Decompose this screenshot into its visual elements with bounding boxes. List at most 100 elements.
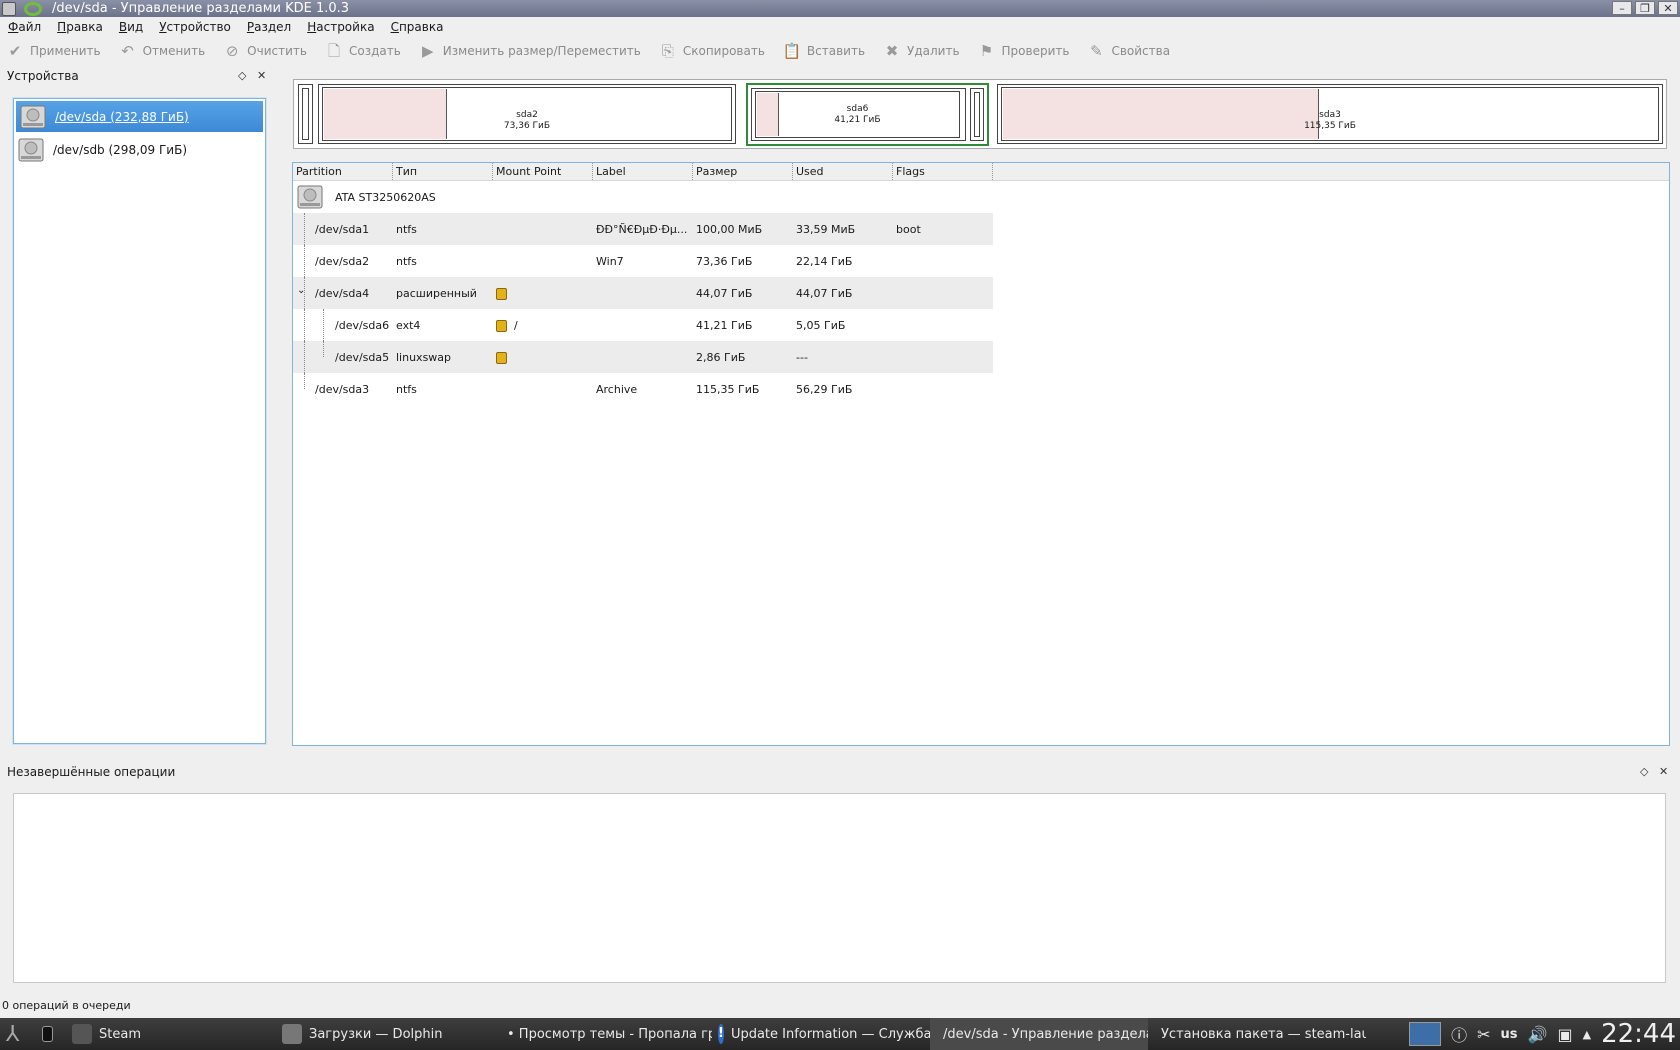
pending-operations-panel: Незавершённые операции ◇ ✕: [2, 762, 1678, 986]
column-label[interactable]: Label: [593, 163, 693, 180]
menu-edit[interactable]: Правка: [57, 20, 103, 34]
collapse-chevron-icon[interactable]: ⌄: [297, 285, 305, 296]
clear-button[interactable]: ⊘ Очистить: [223, 42, 307, 60]
volume-icon[interactable]: 🔊: [1528, 1025, 1548, 1044]
column-type[interactable]: Тип: [393, 163, 493, 180]
size-cell: 2,86 ГиБ: [696, 350, 746, 364]
copy-button[interactable]: ⎘ Скопировать: [659, 42, 765, 60]
task-dolphin[interactable]: Загрузки — Dolphin: [276, 1018, 494, 1050]
checkmark-icon: ✔: [8, 42, 22, 60]
paste-icon: 📋: [782, 42, 802, 60]
expand-tray-icon[interactable]: ▲: [1583, 1028, 1591, 1041]
label-cell: Archive: [596, 382, 638, 396]
used-cell: 44,07 ГиБ: [796, 286, 853, 300]
partition-block-sda2[interactable]: sda2 73,36 ГиБ: [318, 84, 736, 144]
create-button[interactable]: 🗋 Создать: [325, 42, 401, 60]
tree-branch-line: [304, 245, 305, 277]
table-row[interactable]: /dev/sda2 ntfs Win7 73,36 ГиБ 22,14 ГиБ: [293, 245, 1669, 277]
resize-move-button[interactable]: ▶ Изменить размер/Переместить: [419, 42, 641, 60]
copy-label: Скопировать: [682, 44, 765, 58]
delete-label: Удалить: [907, 44, 960, 58]
type-cell: linuxswap: [396, 350, 452, 364]
keyboard-layout-indicator[interactable]: us: [1501, 1027, 1518, 1042]
close-panel-icon[interactable]: ✕: [1659, 765, 1668, 778]
window-menu-icon[interactable]: [2, 1, 16, 16]
task-browser[interactable]: • Просмотр темы - Пропала гр: [494, 1018, 712, 1050]
klipper-scissors-icon[interactable]: ✂: [1477, 1025, 1490, 1044]
column-used[interactable]: Used: [793, 163, 893, 180]
menu-file[interactable]: Файл: [8, 20, 41, 34]
task-label: /dev/sda - Управление раздела: [943, 1026, 1148, 1042]
properties-button[interactable]: ✎ Свойства: [1087, 42, 1170, 60]
disk-row[interactable]: ATA ST3250620AS: [293, 181, 1669, 213]
close-button[interactable]: ✕: [1658, 1, 1678, 15]
delete-button[interactable]: ✖ Удалить: [883, 42, 960, 60]
application-launcher[interactable]: ⅄: [0, 1018, 36, 1050]
partition-name: sda6: [846, 104, 869, 114]
main-toolbar: ✔ Применить ↶ Отменить ⊘ Очистить 🗋 Создать …: [0, 38, 1680, 64]
float-panel-icon[interactable]: ◇: [238, 69, 246, 82]
clear-label: Очистить: [247, 44, 307, 58]
column-mount-point[interactable]: Mount Point: [493, 163, 593, 180]
partition-block-sda3-inner: sda3 115,35 ГиБ: [1001, 87, 1659, 141]
device-label: /dev/sdb (298,09 ГиБ): [53, 142, 188, 157]
notifications-icon[interactable]: ⓘ: [1451, 1022, 1467, 1046]
menu-view[interactable]: Вид: [119, 20, 143, 34]
taskbar: ⅄ Steam Загрузки — Dolphin • Просмотр те…: [0, 1018, 1680, 1050]
device-item-sda[interactable]: /dev/sda (232,88 ГиБ): [16, 101, 263, 132]
menu-device[interactable]: Устройство: [159, 20, 231, 34]
close-panel-icon[interactable]: ✕: [257, 69, 266, 82]
task-package-install[interactable]: Установка пакета — steam-laun: [1148, 1018, 1366, 1050]
window-titlebar[interactable]: /dev/sda - Управление разделами KDE 1.0.…: [0, 0, 1680, 17]
partition-cell: /dev/sda2: [315, 254, 370, 268]
task-partition-manager[interactable]: /dev/sda - Управление раздела: [930, 1018, 1148, 1050]
undo-button[interactable]: ↶ Отменить: [119, 42, 206, 60]
column-size[interactable]: Размер: [693, 163, 793, 180]
clock[interactable]: 22:44: [1601, 1019, 1676, 1049]
mount-cell: [493, 351, 593, 364]
check-button[interactable]: ⚑ Проверить: [978, 42, 1070, 60]
undo-label: Отменить: [142, 44, 206, 58]
table-row[interactable]: ⌄ /dev/sda4 расширенный 44,07 ГиБ 44,07 …: [293, 277, 993, 309]
resize-label: Изменить размер/Переместить: [442, 44, 641, 58]
table-row[interactable]: /dev/sda1 ntfs ÐÐ°Ñ€ÐµÐ·Ðµ... 100,00 МиБ…: [293, 213, 993, 245]
mount-cell: /: [493, 319, 593, 332]
menu-help[interactable]: Справка: [391, 20, 444, 34]
partition-block-sda6[interactable]: sda6 41,21 ГиБ: [751, 88, 966, 141]
column-flags[interactable]: Flags: [893, 163, 993, 180]
used-cell: 56,29 ГиБ: [796, 382, 853, 396]
mount-cell: [493, 287, 593, 300]
menu-partition[interactable]: Раздел: [247, 20, 291, 34]
desktop-pager-icon[interactable]: [1409, 1022, 1442, 1046]
paste-button[interactable]: 📋 Вставить: [783, 42, 865, 60]
flags-cell: boot: [896, 222, 921, 236]
partition-block-sda4[interactable]: sda6 41,21 ГиБ: [746, 83, 989, 146]
tree-branch-line: [304, 341, 305, 373]
pending-operations-list[interactable]: [13, 793, 1666, 983]
partition-block-sda6-inner: sda6 41,21 ГиБ: [755, 91, 960, 138]
pending-panel-header: Незавершённые операции ◇ ✕: [2, 762, 1678, 782]
device-item-sdb[interactable]: /dev/sdb (298,09 ГиБ): [14, 134, 265, 165]
partition-block-sda3[interactable]: sda3 115,35 ГиБ: [997, 84, 1663, 144]
minimize-button[interactable]: –: [1612, 1, 1632, 15]
delete-icon: ✖: [885, 42, 899, 60]
partition-block-sda1[interactable]: [298, 84, 313, 144]
table-row[interactable]: /dev/sda6 ext4 / 41,21 ГиБ 5,05 ГиБ: [293, 309, 1669, 341]
task-steam[interactable]: Steam: [66, 1018, 276, 1050]
terminal-launcher[interactable]: [36, 1018, 66, 1050]
used-cell: 22,14 ГиБ: [796, 254, 853, 268]
column-partition[interactable]: Partition: [293, 163, 393, 180]
folder-icon: [282, 1024, 302, 1044]
table-row[interactable]: /dev/sda3 ntfs Archive 115,35 ГиБ 56,29 …: [293, 373, 1669, 405]
task-update-info[interactable]: ! Update Information — Служба К: [712, 1018, 930, 1050]
apply-button[interactable]: ✔ Применить: [6, 42, 101, 60]
menu-settings[interactable]: Настройка: [307, 20, 374, 34]
maximize-button[interactable]: ❐: [1635, 1, 1655, 15]
partition-cell: /dev/sda5: [335, 350, 390, 364]
partition-block-sda5[interactable]: [970, 88, 984, 141]
table-row[interactable]: /dev/sda5 linuxswap 2,86 ГиБ ---: [293, 341, 993, 373]
float-panel-icon[interactable]: ◇: [1640, 765, 1648, 778]
partition-size: 73,36 ГиБ: [503, 121, 551, 131]
status-bar-text: 0 операций в очереди: [2, 999, 131, 1012]
network-icon[interactable]: ▣: [1557, 1025, 1572, 1044]
